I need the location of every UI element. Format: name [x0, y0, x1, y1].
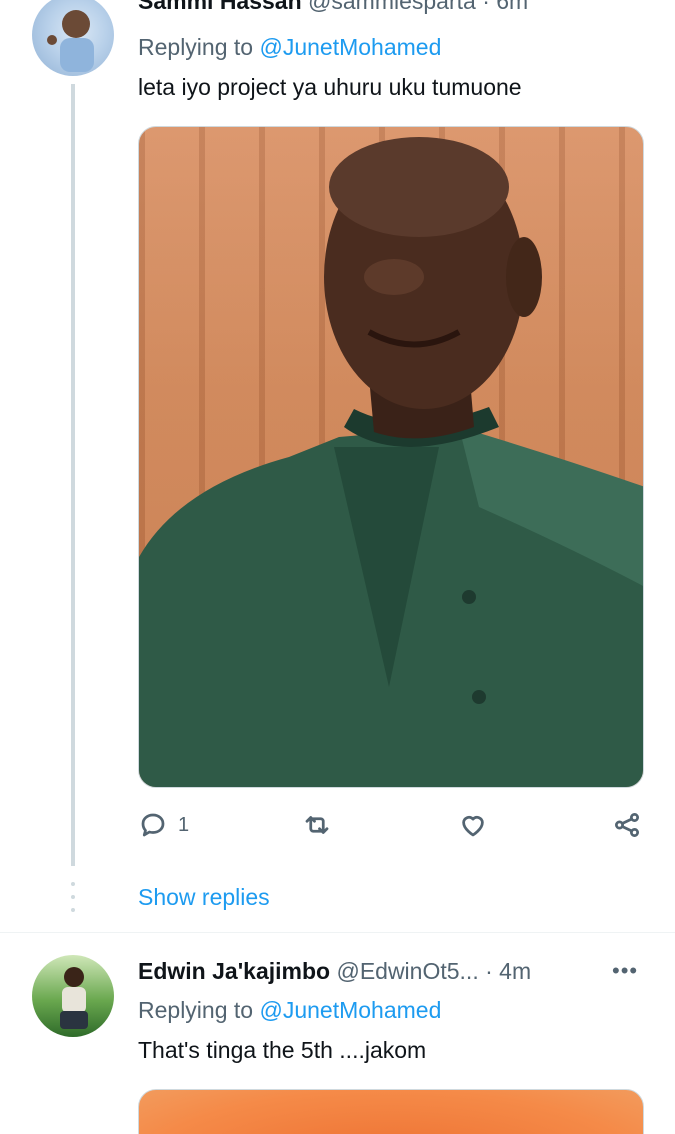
- mention-link[interactable]: @JunetMohamed: [259, 34, 441, 60]
- tweet-actions: 1: [138, 810, 644, 850]
- replying-prefix: Replying to: [138, 34, 260, 60]
- replying-prefix: Replying to: [138, 997, 260, 1023]
- author-name[interactable]: Sammi Hassan: [138, 0, 302, 14]
- tweet-text: leta iyo project ya uhuru uku tumuone: [138, 74, 522, 100]
- tweet-text: That's tinga the 5th ....jakom: [138, 1037, 427, 1063]
- photo-man-green-shirt: [139, 137, 643, 787]
- tweet-divider: [0, 932, 675, 933]
- replying-to: Replying to @JunetMohamed: [138, 34, 441, 61]
- show-replies-link[interactable]: Show replies: [138, 884, 270, 911]
- timestamp[interactable]: 4m: [499, 958, 531, 984]
- thread-connector-line: [71, 84, 75, 866]
- retweet-icon: [305, 816, 329, 834]
- tweet-header: Sammi Hassan @sammiesparta · 6m: [138, 0, 528, 14]
- mention-link[interactable]: @JunetMohamed: [259, 997, 441, 1023]
- tweet-image[interactable]: [138, 126, 644, 788]
- like-button[interactable]: [458, 810, 488, 840]
- avatar-child-photo: [47, 10, 94, 72]
- replying-to: Replying to @JunetMohamed: [138, 997, 441, 1024]
- share-button[interactable]: [612, 810, 642, 840]
- avatar-man-photo: [60, 967, 88, 1029]
- separator-dot: ·: [485, 958, 493, 984]
- author-handle[interactable]: @EdwinOt5...: [336, 958, 478, 984]
- more-options-icon[interactable]: •••: [612, 958, 638, 984]
- retweet-button[interactable]: [302, 810, 332, 840]
- share-icon: [615, 813, 639, 837]
- heart-icon: [462, 816, 484, 837]
- author-handle[interactable]: @sammiesparta · 6m: [308, 0, 528, 14]
- timeline: Sammi Hassan @sammiesparta · 6m Replying…: [0, 0, 675, 1134]
- reply-icon: [141, 813, 165, 837]
- author-name[interactable]: Edwin Ja'kajimbo: [138, 958, 330, 984]
- avatar[interactable]: [32, 0, 114, 76]
- reply-count: 1: [178, 813, 190, 836]
- tweet-header: Edwin Ja'kajimbo @EdwinOt5... · 4m: [138, 958, 531, 985]
- thread-continuation-dots: [71, 882, 75, 921]
- avatar[interactable]: [32, 955, 114, 1037]
- reply-button[interactable]: 1: [138, 810, 189, 840]
- tweet-image[interactable]: [138, 1089, 644, 1134]
